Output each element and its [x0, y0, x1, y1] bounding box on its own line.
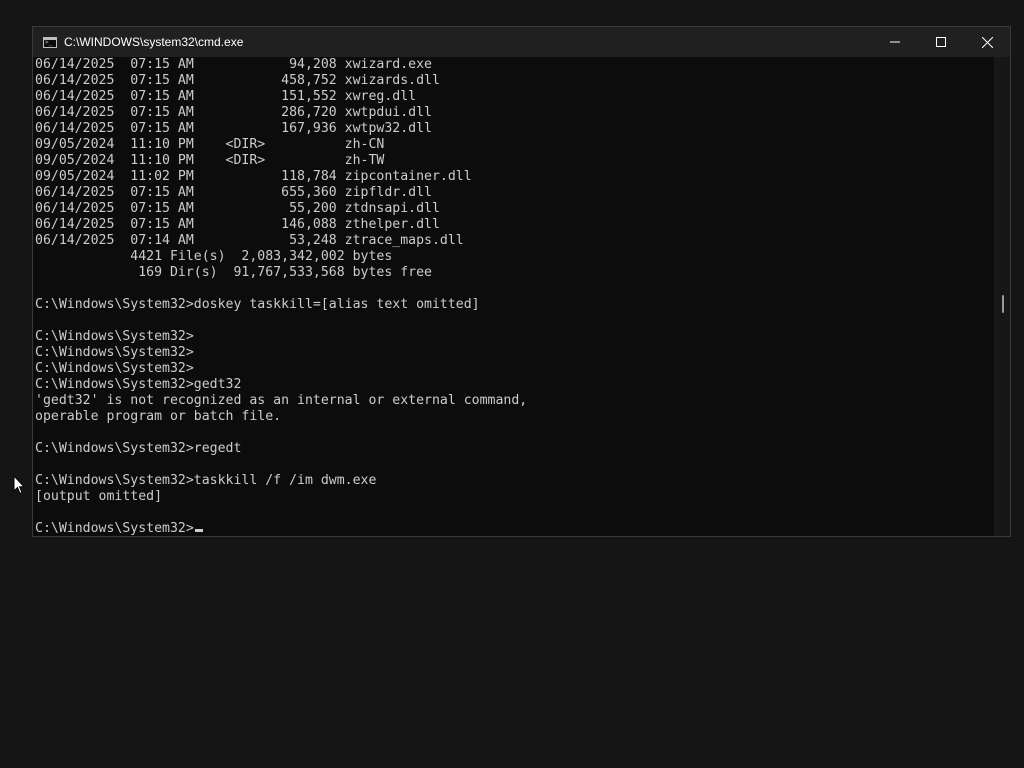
- console-line: [output omitted]: [35, 489, 163, 504]
- window-title: C:\WINDOWS\system32\cmd.exe: [64, 35, 244, 49]
- console-prompt: C:\Windows\System32>: [35, 521, 194, 536]
- console-line: C:\Windows\System32>regedt: [35, 441, 242, 456]
- title-bar[interactable]: C:\WINDOWS\system32\cmd.exe: [33, 27, 1010, 57]
- minimize-icon: [890, 41, 900, 43]
- close-icon: [981, 36, 993, 48]
- vertical-scrollbar[interactable]: [994, 57, 1010, 536]
- console-line: 06/14/2025 07:15 AM 146,088 zthelper.dll: [35, 217, 440, 232]
- console-line: 09/05/2024 11:10 PM <DIR> zh-CN: [35, 137, 385, 152]
- console-line: 06/14/2025 07:15 AM 55,200 ztdnsapi.dll: [35, 201, 440, 216]
- console-line: C:\Windows\System32>gedt32: [35, 377, 242, 392]
- console-line: 06/14/2025 07:15 AM 286,720 xwtpdui.dll: [35, 105, 432, 120]
- console-line: C:\Windows\System32>taskkill /f /im dwm.…: [35, 473, 377, 488]
- console-line: C:\Windows\System32>doskey taskkill=[ali…: [35, 297, 480, 312]
- console-summary-dirs: 169 Dir(s) 91,767,533,568 bytes free: [35, 265, 432, 280]
- maximize-button[interactable]: [918, 27, 964, 57]
- console-line: C:\Windows\System32>: [35, 329, 194, 344]
- console-line: 06/14/2025 07:15 AM 94,208 xwizard.exe: [35, 57, 432, 72]
- text-caret: [194, 529, 203, 532]
- window-controls: [872, 27, 1010, 57]
- cmd-window: C:\WINDOWS\system32\cmd.exe 06/14/2025: [32, 26, 1011, 537]
- console-line: 09/05/2024 11:10 PM <DIR> zh-TW: [35, 153, 385, 168]
- console-line: 06/14/2025 07:15 AM 167,936 xwtpw32.dll: [35, 121, 432, 136]
- console-line: C:\Windows\System32>: [35, 361, 194, 376]
- console-error: operable program or batch file.: [35, 409, 282, 424]
- close-button[interactable]: [964, 27, 1010, 57]
- console-line: C:\Windows\System32>: [35, 345, 194, 360]
- console-error: 'gedt32' is not recognized as an interna…: [35, 393, 528, 408]
- console-prompt-line[interactable]: C:\Windows\System32>: [35, 521, 994, 536]
- cmd-app-icon[interactable]: [43, 36, 57, 48]
- console-line: 06/14/2025 07:15 AM 151,552 xwreg.dll: [35, 89, 417, 104]
- maximize-icon: [936, 37, 946, 47]
- console-line: 09/05/2024 11:02 PM 118,784 zipcontainer…: [35, 169, 472, 184]
- console-summary-files: 4421 File(s) 2,083,342,002 bytes: [35, 249, 393, 264]
- console-line: 06/14/2025 07:15 AM 655,360 zipfldr.dll: [35, 185, 432, 200]
- console-output[interactable]: 06/14/2025 07:15 AM 94,208 xwizard.exe 0…: [33, 57, 994, 536]
- minimize-button[interactable]: [872, 27, 918, 57]
- console-line: 06/14/2025 07:15 AM 458,752 xwizards.dll: [35, 73, 440, 88]
- mouse-pointer-icon: [13, 475, 25, 495]
- console-line: 06/14/2025 07:14 AM 53,248 ztrace_maps.d…: [35, 233, 464, 248]
- scrollbar-thumb[interactable]: [1002, 295, 1004, 313]
